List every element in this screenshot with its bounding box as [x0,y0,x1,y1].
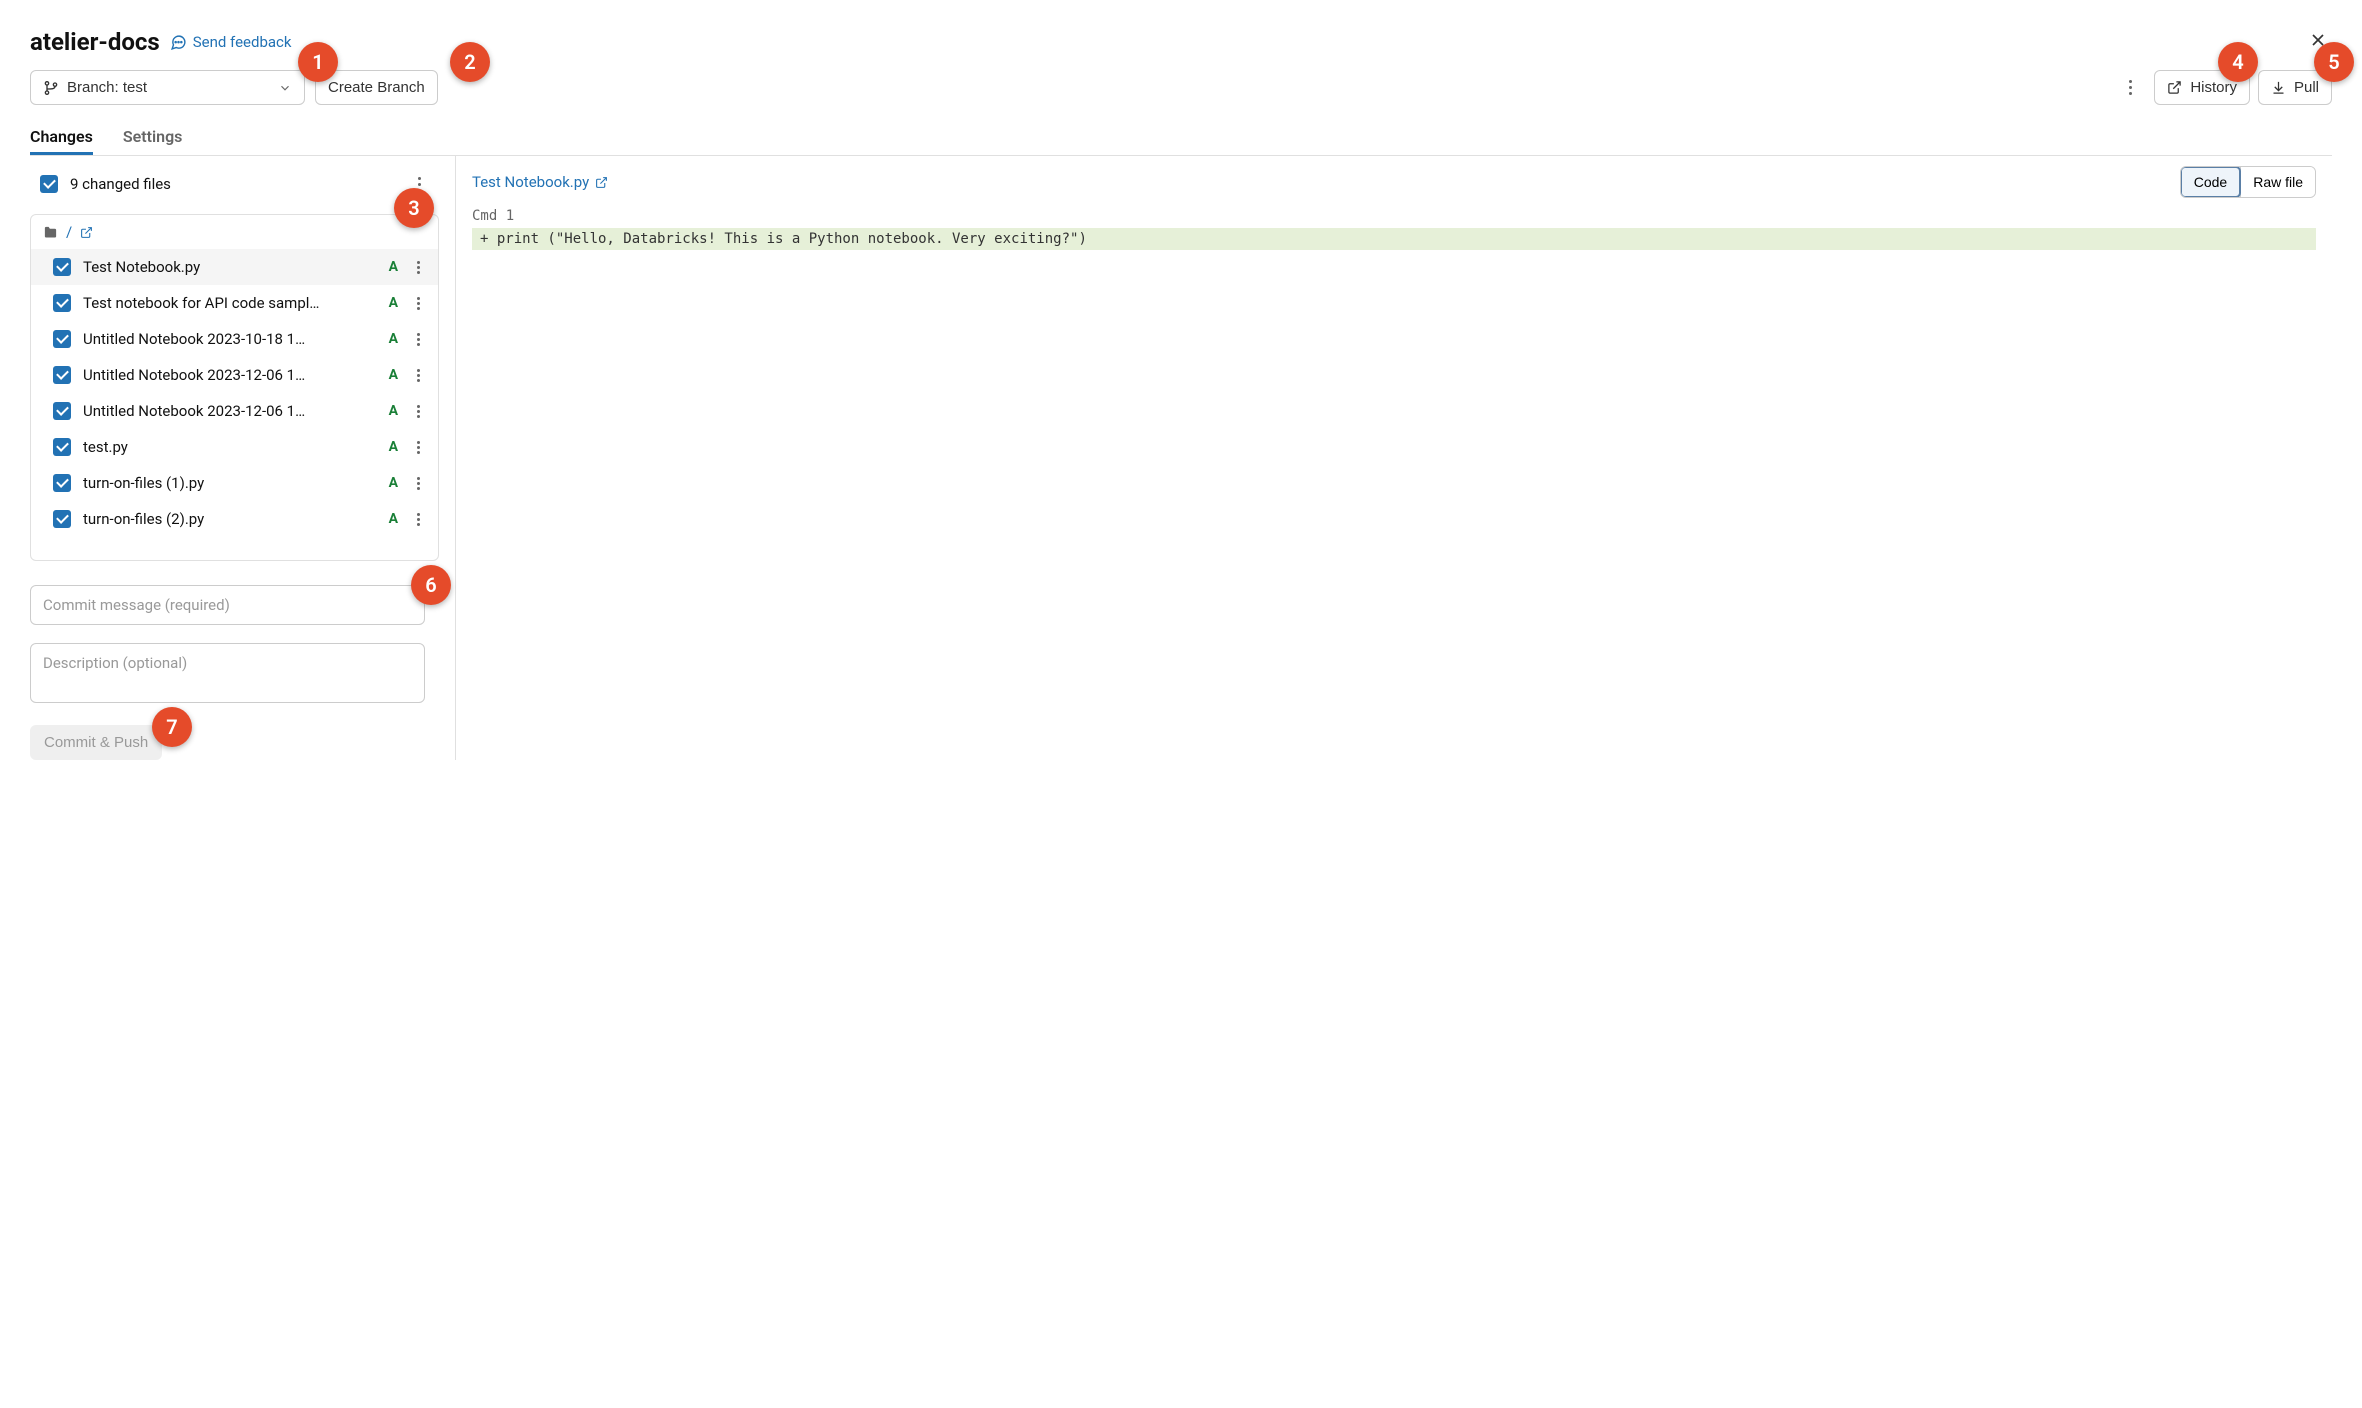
file-more-icon[interactable] [410,297,426,310]
callout-6: 6 [411,565,451,605]
file-row[interactable]: turn-on-files (1).py A [31,465,438,501]
download-icon [2271,80,2286,95]
file-checkbox[interactable] [53,330,71,348]
file-checkbox[interactable] [53,294,71,312]
commit-message-input[interactable] [30,585,425,625]
external-link-icon [80,226,93,239]
file-more-icon[interactable] [410,513,426,526]
callout-2: 2 [450,42,490,82]
view-code-button[interactable]: Code [2180,166,2241,198]
branch-icon [43,80,59,96]
file-checkbox[interactable] [53,258,71,276]
toolbar-more-icon[interactable] [2114,72,2146,104]
tab-settings[interactable]: Settings [123,121,183,155]
file-checkbox[interactable] [53,366,71,384]
file-name: turn-on-files (2).py [83,510,377,528]
file-checkbox[interactable] [53,474,71,492]
file-row[interactable]: Untitled Notebook 2023-12-06 1… A [31,357,438,393]
external-link-icon [595,176,608,189]
chevron-down-icon [278,81,292,95]
branch-label: Branch: test [67,79,147,96]
tab-changes[interactable]: Changes [30,121,93,155]
feedback-icon [170,34,187,51]
file-row[interactable]: Untitled Notebook 2023-10-18 1… A [31,321,438,357]
file-status: A [389,295,398,311]
folder-path: / [66,223,72,241]
feedback-label: Send feedback [193,33,292,51]
diff-header: Test Notebook.py Code Raw file [472,166,2316,198]
callout-1: 1 [298,42,338,82]
branch-selector[interactable]: Branch: test [30,70,305,105]
diff-added-line: + print ("Hello, Databricks! This is a P… [472,228,2316,250]
callout-3: 3 [394,188,434,228]
callout-7: 7 [152,707,192,747]
repo-title: atelier-docs [30,28,160,56]
file-more-icon[interactable] [410,441,426,454]
file-name: Test notebook for API code sampl… [83,294,377,312]
view-raw-button[interactable]: Raw file [2241,167,2315,197]
toolbar-left: Branch: test Create Branch 1 2 [30,70,438,105]
file-row[interactable]: Untitled Notebook 2023-12-06 1… A [31,393,438,429]
file-status: A [389,331,398,347]
diff-file-link[interactable]: Test Notebook.py [472,173,608,191]
toolbar: Branch: test Create Branch 1 2 History P… [30,70,2332,105]
external-link-icon [2167,80,2182,95]
file-checkbox[interactable] [53,510,71,528]
commit-push-button[interactable]: Commit & Push [30,725,162,760]
file-row[interactable]: Test Notebook.py A [31,249,438,285]
toolbar-right: History Pull 4 5 [2114,70,2332,105]
file-more-icon[interactable] [410,405,426,418]
changed-files-count: 9 changed files [70,175,171,193]
file-name: Untitled Notebook 2023-12-06 1… [83,366,377,384]
file-checkbox[interactable] [53,438,71,456]
create-branch-label: Create Branch [328,79,425,96]
description-input[interactable] [30,643,425,703]
file-status: A [389,259,398,275]
cmd-label: Cmd 1 [472,204,2316,228]
file-name: test.py [83,438,377,456]
file-status: A [389,511,398,527]
file-status: A [389,439,398,455]
file-name: Untitled Notebook 2023-10-18 1… [83,330,377,348]
changes-header: 9 changed files [30,168,455,208]
file-status: A [389,475,398,491]
file-more-icon[interactable] [410,333,426,346]
pull-label: Pull [2294,79,2319,96]
diff-code: Cmd 1 + print ("Hello, Databricks! This … [472,204,2316,250]
file-row[interactable]: test.py A [31,429,438,465]
main-split: 9 changed files / Test Notebook.pyATest … [30,156,2332,760]
folder-row[interactable]: / [31,215,438,249]
right-pane: Test Notebook.py Code Raw file Cmd 1 + p… [456,156,2332,760]
send-feedback-link[interactable]: Send feedback [170,33,292,51]
file-status: A [389,403,398,419]
file-name: Test Notebook.py [83,258,377,276]
file-name: Untitled Notebook 2023-12-06 1… [83,402,377,420]
callout-4: 4 [2218,42,2258,82]
file-checkbox[interactable] [53,402,71,420]
file-more-icon[interactable] [410,261,426,274]
create-branch-button[interactable]: Create Branch [315,70,438,105]
folder-icon [43,225,58,240]
callout-5: 5 [2314,42,2354,82]
file-row[interactable]: Test notebook for API code sampl… A [31,285,438,321]
file-name: turn-on-files (1).py [83,474,377,492]
tabs: Changes Settings [30,121,2332,156]
select-all-checkbox[interactable] [40,175,58,193]
file-list: / Test Notebook.pyATest notebook for API… [30,214,439,561]
left-pane: 9 changed files / Test Notebook.pyATest … [30,156,456,760]
file-row[interactable]: turn-on-files (2).py A [31,501,438,537]
history-label: History [2190,79,2237,96]
file-status: A [389,367,398,383]
file-more-icon[interactable] [410,477,426,490]
view-segmented: Code Raw file [2180,166,2316,198]
header-row: atelier-docs Send feedback [30,28,2332,56]
file-more-icon[interactable] [410,369,426,382]
